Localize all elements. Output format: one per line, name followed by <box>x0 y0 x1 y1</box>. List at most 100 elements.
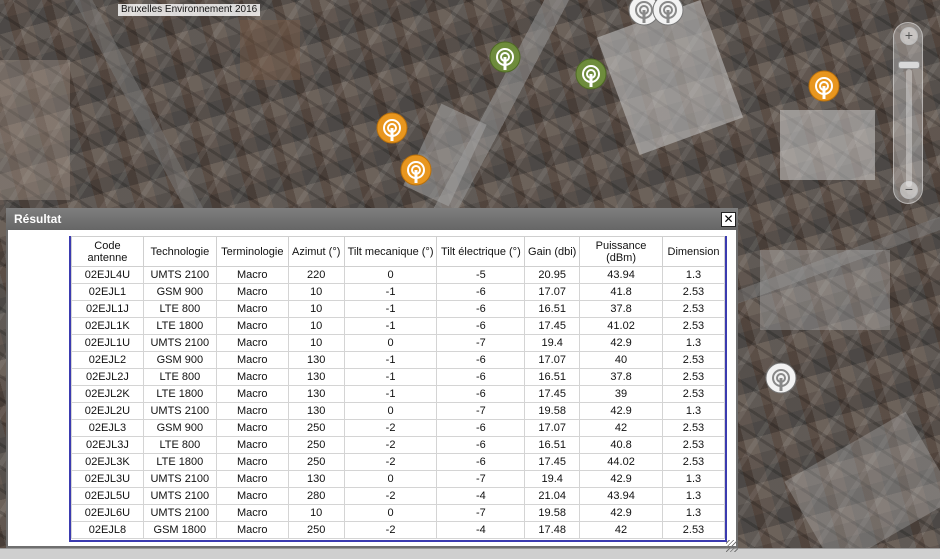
building-roof <box>780 110 875 180</box>
table-cell: 02EJL2 <box>71 351 144 369</box>
table-cell: 19.58 <box>524 402 581 420</box>
table-cell: UMTS 2100 <box>142 402 217 420</box>
result-title: Résultat <box>14 212 62 226</box>
table-cell: 2.53 <box>661 419 725 437</box>
antenna-marker[interactable] <box>400 154 432 186</box>
table-cell: 10 <box>287 317 345 335</box>
column-header: Gain (dbi) <box>524 236 581 267</box>
zoom-slider-track[interactable] <box>906 69 912 187</box>
antenna-icon <box>376 112 408 144</box>
table-cell: Macro <box>215 300 289 318</box>
table-cell: 02EJL2K <box>71 385 144 403</box>
table-row[interactable]: 02EJL1U UMTS 2100 Macro 10 0 -7 19.4 42.9 1.3 <box>71 334 725 352</box>
table-cell: 0 <box>343 504 438 522</box>
table-cell: 2.53 <box>661 436 725 454</box>
table-cell: -2 <box>343 419 438 437</box>
table-cell: Macro <box>215 521 289 539</box>
antenna-icon <box>808 70 840 102</box>
table-cell: Macro <box>215 385 289 403</box>
column-header: Tilt mecanique (°) <box>343 236 438 267</box>
table-cell: LTE 1800 <box>142 453 217 471</box>
table-row[interactable]: 02EJL8 GSM 1800 Macro 250 -2 -4 17.48 42 2.53 <box>71 521 725 539</box>
table-cell: 17.07 <box>524 419 581 437</box>
building-roof <box>760 250 890 330</box>
table-cell: Macro <box>215 283 289 301</box>
table-cell: 250 <box>287 453 345 471</box>
table-row[interactable]: 02EJL3J LTE 800 Macro 250 -2 -6 16.51 40.8 2.53 <box>71 436 725 454</box>
table-row[interactable]: 02EJL1K LTE 1800 Macro 10 -1 -6 17.45 41.02 2.53 <box>71 317 725 335</box>
table-cell: -1 <box>343 283 438 301</box>
table-cell: 250 <box>287 436 345 454</box>
antenna-marker[interactable] <box>489 41 521 73</box>
resize-grip[interactable] <box>726 540 738 552</box>
table-cell: UMTS 2100 <box>142 470 217 488</box>
table-cell: 10 <box>287 283 345 301</box>
table-row[interactable]: 02EJL3 GSM 900 Macro 250 -2 -6 17.07 42 2.53 <box>71 419 725 437</box>
table-cell: UMTS 2100 <box>142 487 217 505</box>
table-cell: 44.02 <box>579 453 663 471</box>
table-body: 02EJL4U UMTS 2100 Macro 220 0 -5 20.95 43.94 1.3… <box>71 266 725 539</box>
table-row[interactable]: 02EJL3U UMTS 2100 Macro 130 0 -7 19.4 42.9 1.3 <box>71 470 725 488</box>
table-cell: 16.51 <box>524 436 581 454</box>
zoom-control: + − <box>893 22 923 204</box>
table-cell: 1.3 <box>661 266 725 284</box>
table-row[interactable]: 02EJL2J LTE 800 Macro 130 -1 -6 16.51 37.8 2.53 <box>71 368 725 386</box>
status-strip <box>0 548 940 559</box>
column-header: Terminologie <box>215 236 289 267</box>
table-cell: LTE 1800 <box>142 317 217 335</box>
zoom-in-button[interactable]: + <box>900 27 918 45</box>
table-row[interactable]: 02EJL3K LTE 1800 Macro 250 -2 -6 17.45 44.02 2.5… <box>71 453 725 471</box>
table-cell: 17.48 <box>524 521 581 539</box>
table-cell: -6 <box>436 436 526 454</box>
zoom-slider-handle[interactable] <box>898 61 920 69</box>
table-cell: 37.8 <box>579 300 663 318</box>
table-cell: 02EJL3 <box>71 419 144 437</box>
table-cell: 02EJL2U <box>71 402 144 420</box>
table-cell: 1.3 <box>661 470 725 488</box>
table-cell: 1.3 <box>661 402 725 420</box>
table-cell: 02EJL1J <box>71 300 144 318</box>
table-row[interactable]: 02EJL1J LTE 800 Macro 10 -1 -6 16.51 37.8 2.53 <box>71 300 725 318</box>
table-row[interactable]: 02EJL1 GSM 900 Macro 10 -1 -6 17.07 41.8 2.53 <box>71 283 725 301</box>
antenna-marker[interactable] <box>808 70 840 102</box>
result-window: Résultat ✕ Code antenne Technologie Term… <box>6 208 738 548</box>
antenna-marker[interactable] <box>765 362 797 394</box>
table-cell: 02EJL2J <box>71 368 144 386</box>
close-button[interactable]: ✕ <box>721 212 736 227</box>
table-row[interactable]: 02EJL6U UMTS 2100 Macro 10 0 -7 19.58 42.9 1.3 <box>71 504 725 522</box>
table-cell: LTE 800 <box>142 300 217 318</box>
table-cell: -6 <box>436 283 526 301</box>
table-cell: -7 <box>436 402 526 420</box>
table-cell: 0 <box>343 334 438 352</box>
antenna-marker[interactable] <box>575 58 607 90</box>
table-row[interactable]: 02EJL4U UMTS 2100 Macro 220 0 -5 20.95 43.94 1.3 <box>71 266 725 284</box>
column-header: Azimut (°) <box>287 236 345 267</box>
antenna-marker[interactable] <box>652 0 684 26</box>
table-row[interactable]: 02EJL5U UMTS 2100 Macro 280 -2 -4 21.04 43.94 1.… <box>71 487 725 505</box>
table-cell: 21.04 <box>524 487 581 505</box>
table-cell: LTE 800 <box>142 368 217 386</box>
table-cell: 42.9 <box>579 504 663 522</box>
table-cell: -6 <box>436 351 526 369</box>
table-cell: 02EJL8 <box>71 521 144 539</box>
table-cell: 17.07 <box>524 351 581 369</box>
result-titlebar[interactable]: Résultat <box>6 208 738 230</box>
result-table-container[interactable]: Code antenne Technologie Terminologie Az… <box>69 236 727 542</box>
table-cell: 2.53 <box>661 283 725 301</box>
table-cell: 37.8 <box>579 368 663 386</box>
antenna-marker[interactable] <box>376 112 408 144</box>
table-cell: GSM 1800 <box>142 521 217 539</box>
table-row[interactable]: 02EJL2U UMTS 2100 Macro 130 0 -7 19.58 42.9 1.3 <box>71 402 725 420</box>
table-cell: 2.53 <box>661 453 725 471</box>
column-header: Dimension <box>661 236 725 267</box>
table-row[interactable]: 02EJL2 GSM 900 Macro 130 -1 -6 17.07 40 2.53 <box>71 351 725 369</box>
table-cell: -6 <box>436 385 526 403</box>
table-cell: 2.53 <box>661 351 725 369</box>
table-row[interactable]: 02EJL2K LTE 1800 Macro 130 -1 -6 17.45 39 2.53 <box>71 385 725 403</box>
antenna-icon <box>489 41 521 73</box>
table-cell: 40 <box>579 351 663 369</box>
table-cell: -7 <box>436 470 526 488</box>
table-cell: 43.94 <box>579 266 663 284</box>
table-cell: 02EJL4U <box>71 266 144 284</box>
table-cell: 17.07 <box>524 283 581 301</box>
